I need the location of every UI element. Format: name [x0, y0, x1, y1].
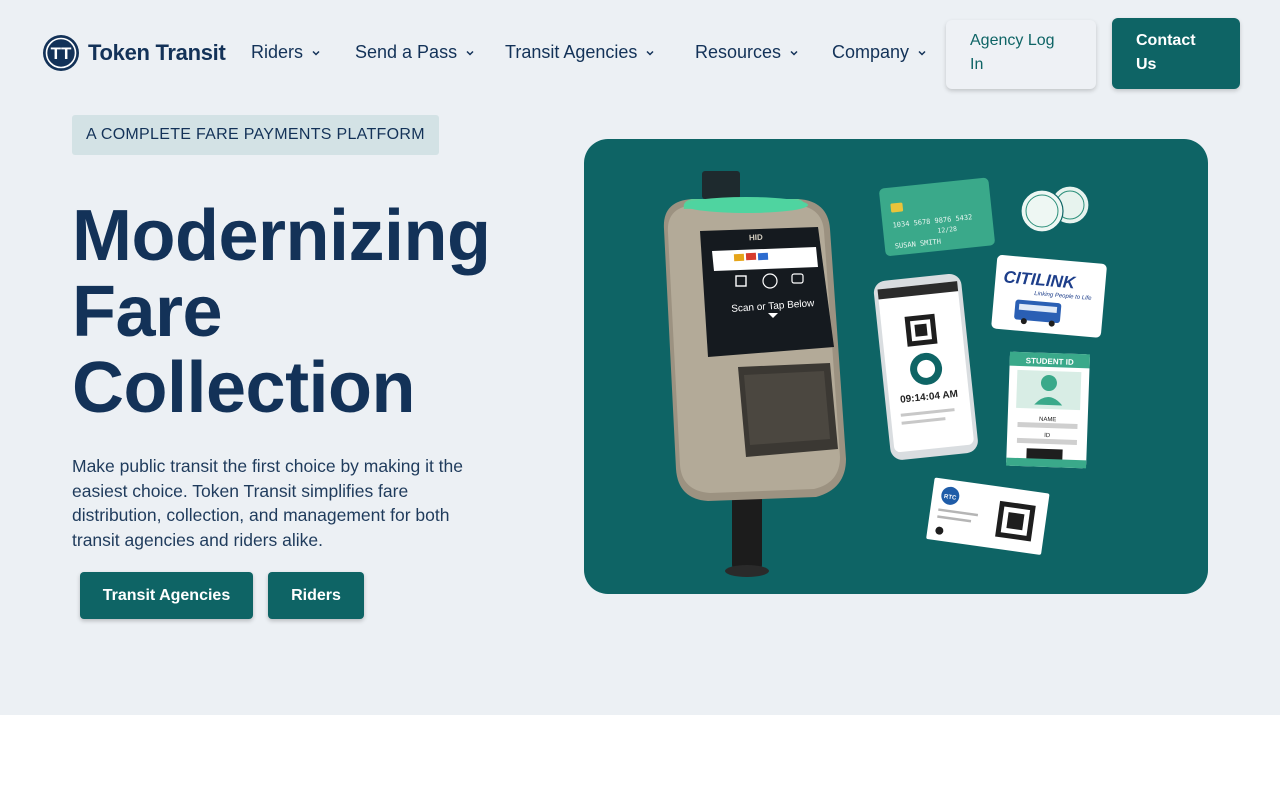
student-id-id-label: ID: [1044, 433, 1051, 439]
agency-login-button[interactable]: Agency Log In: [946, 20, 1096, 89]
fare-media-illustration: HID Scan or Tap Below 1034 5678 9876 543…: [663, 171, 1107, 577]
nav-item-label: Resources: [695, 42, 782, 62]
paper-ticket: RTC: [926, 477, 1050, 555]
student-id-title: STUDENT ID: [1026, 356, 1075, 367]
nav-item-label: Send a Pass: [355, 42, 458, 62]
brand-name: Token Transit: [88, 40, 226, 65]
nav-item-send-a-pass[interactable]: Send a Pass: [355, 42, 475, 63]
mobile-ticket-phone: 09:14:04 AM: [873, 273, 978, 460]
hero-headline: Modernizing Fare Collection: [72, 196, 491, 428]
brand-logo[interactable]: TT Token Transit: [42, 34, 226, 72]
hero-section: TT Token Transit Riders Send a Pass Tran…: [0, 0, 1280, 715]
credit-card: 1034 5678 9876 5432 12/28 SUSAN SMITH: [879, 177, 995, 256]
citilink-card: CITILINK Linking People to Life: [991, 255, 1107, 338]
riders-button[interactable]: Riders: [268, 572, 364, 619]
nav-item-transit-agencies[interactable]: Transit Agencies: [505, 42, 655, 63]
logo-glyph: TT: [51, 44, 72, 63]
coins-icon: [1020, 185, 1090, 233]
student-id-name-label: NAME: [1039, 417, 1057, 424]
transit-agencies-button[interactable]: Transit Agencies: [80, 572, 253, 619]
validator-brand: HID: [749, 233, 763, 243]
chevron-down-icon: [918, 50, 926, 56]
chevron-down-icon: [646, 50, 654, 56]
chevron-down-icon: [312, 50, 320, 56]
nav-item-label: Riders: [251, 42, 304, 62]
chevron-down-icon: [466, 50, 474, 56]
nav-item-label: Transit Agencies: [505, 42, 638, 62]
nav-item-label: Company: [832, 42, 910, 62]
hero-description: Make public transit the first choice by …: [72, 456, 464, 550]
contact-us-button[interactable]: Contact Us: [1112, 18, 1240, 89]
nav-item-company[interactable]: Company: [832, 42, 927, 63]
hero-illustration: HID Scan or Tap Below 1034 5678 9876 543…: [584, 139, 1208, 594]
nav-item-riders[interactable]: Riders: [251, 42, 321, 63]
chevron-down-icon: [790, 50, 798, 56]
hero-eyebrow-tag: A COMPLETE FARE PAYMENTS PLATFORM: [72, 115, 439, 155]
nav-item-resources[interactable]: Resources: [695, 42, 799, 63]
student-id-card: STUDENT ID NAME ID: [1006, 351, 1090, 469]
fare-validator-device: HID Scan or Tap Below: [663, 171, 846, 577]
token-transit-logo-icon: TT: [43, 35, 79, 71]
